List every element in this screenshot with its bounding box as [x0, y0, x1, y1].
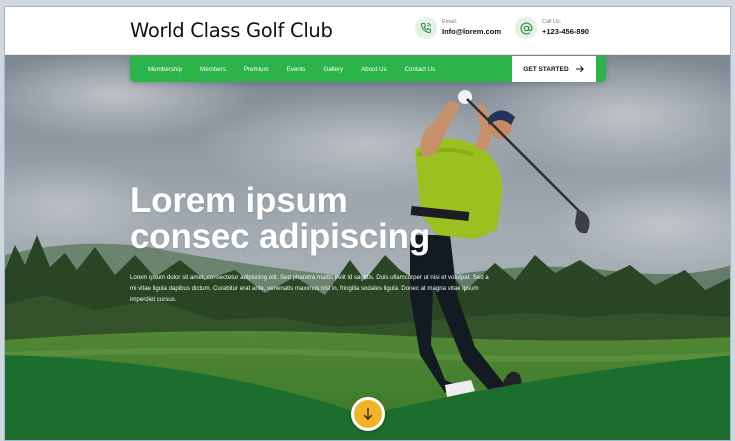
hero-section: Lorem ipsum consec adipiscing Lorem ipsu…: [5, 55, 730, 440]
hero-headline: Lorem ipsum consec adipiscing: [130, 183, 430, 255]
nav-item-premium[interactable]: Premium: [244, 66, 269, 73]
nav-item-membership[interactable]: Membership: [148, 66, 182, 73]
site-header: World Class Golf Club Email: Info@lorem.…: [5, 7, 730, 55]
phone-label: Call Us:: [542, 19, 562, 26]
email-label: Email:: [442, 19, 458, 26]
nav-item-members[interactable]: Members: [200, 66, 226, 73]
at-sign-icon: [515, 17, 537, 39]
get-started-label: GET STARTED: [523, 65, 569, 73]
site-logo[interactable]: World Class Golf Club: [130, 19, 333, 42]
headline-line-1: Lorem ipsum: [130, 181, 348, 220]
nav-item-gallery[interactable]: Gallery: [324, 66, 344, 73]
browser-viewport: World Class Golf Club Email: Info@lorem.…: [4, 6, 731, 441]
email-value[interactable]: Info@lorem.com: [442, 28, 501, 36]
phone-value[interactable]: +123-456-890: [542, 28, 589, 36]
hero-paragraph: Lorem ipsum dolor sit amet, consectetur …: [130, 274, 489, 303]
scroll-down-button[interactable]: [351, 397, 385, 431]
phone-contact[interactable]: Call Us: +123-456-890: [515, 17, 589, 39]
get-started-button[interactable]: GET STARTED: [512, 56, 596, 82]
nav-item-contact-us[interactable]: Contact Us: [405, 66, 436, 73]
main-nav: Membership Members Premium Events Galler…: [130, 56, 606, 82]
headline-line-2: consec adipiscing: [130, 217, 431, 256]
email-contact[interactable]: Email: Info@lorem.com: [415, 17, 501, 39]
phone-icon: [415, 17, 437, 39]
arrow-down-icon: [363, 408, 373, 420]
nav-item-about-us[interactable]: About Us: [361, 66, 386, 73]
arrow-right-icon: [575, 65, 584, 73]
nav-item-events[interactable]: Events: [287, 66, 306, 73]
